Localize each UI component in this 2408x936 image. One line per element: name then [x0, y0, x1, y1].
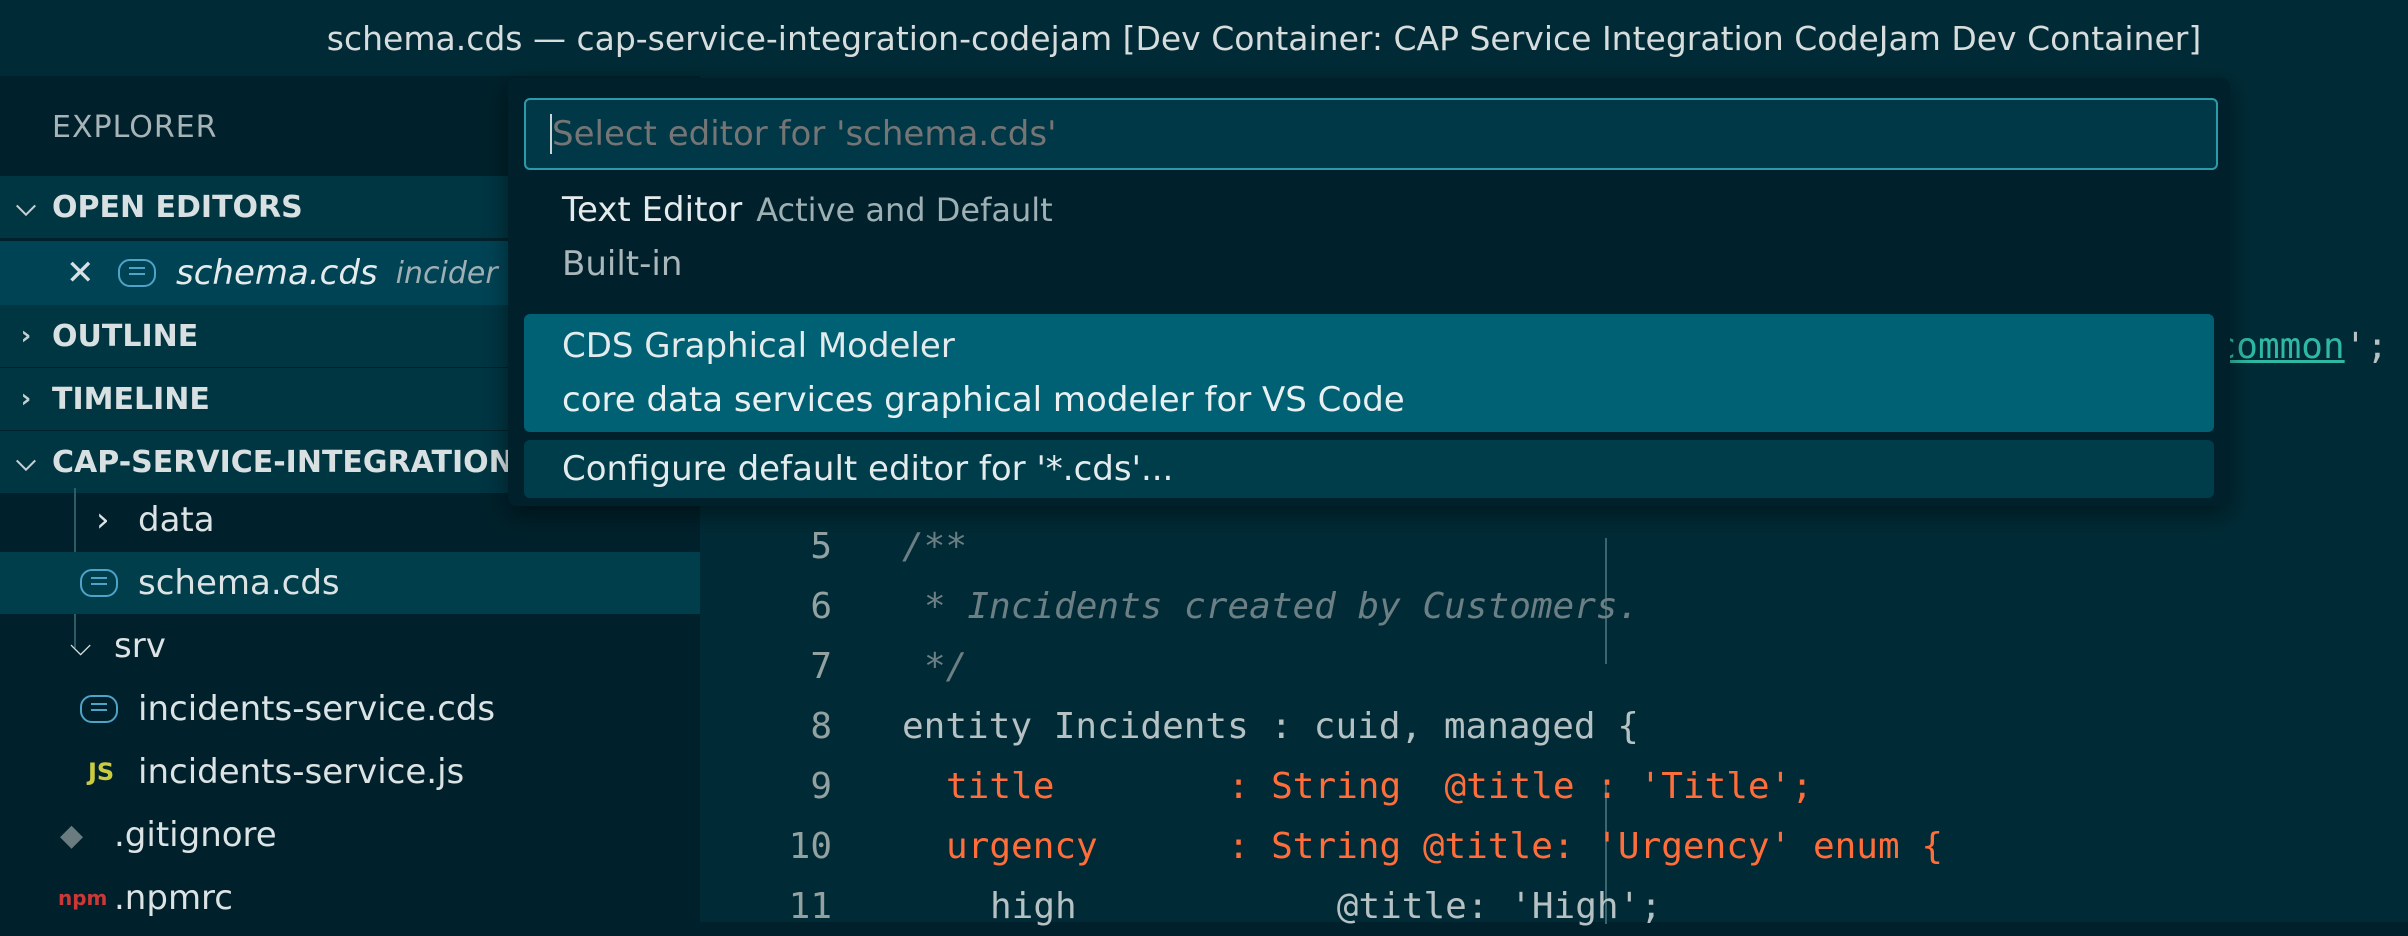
chevron-down-icon: ⌵	[16, 191, 36, 222]
cds-file-icon	[80, 569, 118, 597]
code-line: 9 title : String @title : 'Title';	[700, 756, 2408, 816]
line-number: 6	[810, 585, 832, 627]
tree-item-label: incidents-service.cds	[138, 689, 496, 729]
cds-file-icon	[118, 259, 156, 287]
tree-item-incidents-service-js[interactable]: JS incidents-service.js	[0, 741, 700, 803]
line-number: 11	[788, 885, 832, 927]
npm-icon: npm	[58, 886, 108, 910]
section-label: OPEN EDITORS	[52, 189, 303, 225]
tree-item-schema-cds[interactable]: schema.cds	[0, 552, 700, 614]
tree-item-label: srv	[114, 626, 166, 666]
chevron-right-icon: ›	[20, 321, 32, 351]
chevron-right-icon: ›	[96, 500, 110, 540]
tree-item-label: incidents-service.js	[138, 752, 465, 792]
code-text: title : String @title : 'Title';	[946, 765, 1813, 807]
tree-item-npmrc[interactable]: npm .npmrc	[0, 867, 700, 922]
explorer-header: EXPLORER	[52, 110, 218, 145]
section-label: CAP-SERVICE-INTEGRATION	[52, 444, 514, 480]
section-label: TIMELINE	[52, 381, 210, 417]
section-label: OUTLINE	[52, 318, 199, 354]
quick-pick-input-box[interactable]	[524, 98, 2218, 170]
quick-pick-input[interactable]	[552, 103, 2216, 165]
code-fragment-right: common';	[2214, 326, 2388, 367]
line-number: 10	[788, 825, 832, 867]
tree-item-label: data	[138, 500, 215, 540]
code-text: * Incidents created by Customers.	[924, 585, 1640, 627]
option-title: Text Editor	[562, 190, 743, 230]
tree-item-gitignore[interactable]: ◆ .gitignore	[0, 804, 700, 866]
code-text: entity Incidents : cuid, managed {	[902, 705, 1639, 747]
cds-file-icon	[80, 695, 118, 723]
select-editor-quick-pick: Text Editor Active and Default Built-in C…	[508, 78, 2230, 506]
code-line: 5 /**	[700, 516, 2408, 576]
code-line: 8 entity Incidents : cuid, managed {	[700, 696, 2408, 756]
window-title-bar: schema.cds — cap-service-integration-cod…	[0, 0, 2408, 76]
tree-item-srv[interactable]: ⌵ srv	[0, 615, 700, 677]
chevron-down-icon: ⌵	[16, 446, 36, 477]
tree-item-label: .npmrc	[114, 878, 233, 918]
code-line: 10 urgency : String @title: 'Urgency' en…	[700, 816, 2408, 876]
tree-item-label: .gitignore	[114, 815, 277, 855]
option-detail: Active and Default	[756, 191, 1053, 229]
code-text: urgency : String @title: 'Urgency' enum …	[946, 825, 1943, 867]
git-icon: ◆	[60, 817, 84, 853]
option-title: CDS Graphical Modeler	[562, 326, 955, 366]
js-file-icon: JS	[88, 758, 115, 786]
code-line: 11 high @title: 'High';	[700, 876, 2408, 936]
line-number: 7	[810, 645, 832, 687]
tree-item-label: schema.cds	[138, 563, 340, 603]
code-text: high @title: 'High';	[990, 885, 1662, 927]
configure-default-editor-option[interactable]: Configure default editor for '*.cds'...	[524, 440, 2214, 498]
line-number: 8	[810, 705, 832, 747]
window-title: schema.cds — cap-service-integration-cod…	[326, 18, 2202, 58]
editor-option-cds-graphical-modeler[interactable]: CDS Graphical Modeler core data services…	[524, 314, 2214, 432]
editor-option-text-editor[interactable]: Text Editor Active and Default Built-in	[524, 182, 2214, 292]
code-text: */	[924, 645, 968, 687]
chevron-down-icon: ⌵	[70, 629, 92, 662]
chevron-right-icon: ›	[20, 384, 32, 414]
line-number: 5	[810, 525, 832, 567]
code-line: 6 * Incidents created by Customers.	[700, 576, 2408, 636]
option-description: Built-in	[562, 244, 683, 284]
close-icon[interactable]: ✕	[66, 253, 118, 293]
open-editor-filename: schema.cds	[176, 253, 378, 293]
option-description: core data services graphical modeler for…	[562, 380, 1405, 420]
tree-item-incidents-service-cds[interactable]: incidents-service.cds	[0, 678, 700, 740]
line-number: 9	[810, 765, 832, 807]
option-title: Configure default editor for '*.cds'...	[562, 449, 1174, 489]
code-line: 7 */	[700, 636, 2408, 696]
open-editor-path: incider	[395, 255, 498, 291]
code-text: /**	[902, 525, 968, 567]
